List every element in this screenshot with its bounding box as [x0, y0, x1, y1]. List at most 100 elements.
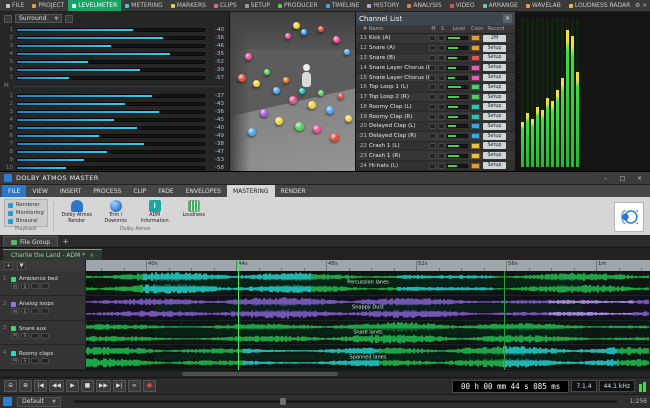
solo-toggle[interactable] [438, 84, 445, 90]
track-solo-button[interactable]: S [21, 308, 29, 314]
solo-toggle[interactable] [438, 55, 445, 61]
close-icon[interactable]: × [633, 173, 646, 183]
audio-object-sphere[interactable] [318, 90, 324, 96]
channel-color-swatch[interactable] [471, 45, 480, 51]
channel-setup-button[interactable]: Setup [483, 123, 506, 130]
solo-toggle[interactable] [438, 153, 445, 159]
menu-tab-producer[interactable]: PRODUCER [274, 0, 322, 11]
channel-color-swatch[interactable] [471, 55, 480, 61]
audio-object-sphere[interactable] [330, 133, 339, 142]
channel-color-swatch[interactable] [471, 133, 480, 139]
channel-setup-button[interactable]: Setup [483, 103, 506, 110]
channel-color-swatch[interactable] [471, 35, 480, 41]
menu-tab-clips[interactable]: CLIPS [210, 0, 241, 11]
bottom-titlebar[interactable]: DOLBY ATMOS MASTER – □ × [0, 172, 650, 185]
time-ruler[interactable]: 40s44s48s52s56s1m [86, 260, 650, 271]
audio-object-sphere[interactable] [248, 128, 256, 136]
audio-object-sphere[interactable] [295, 122, 304, 131]
channel-color-swatch[interactable] [471, 65, 480, 71]
channel-row[interactable]: 23Crash 1 (R)Setup [356, 151, 515, 161]
mute-toggle[interactable] [429, 55, 436, 61]
ribbon-tab-clip[interactable]: CLIP [127, 185, 152, 197]
track-option-button[interactable] [41, 333, 49, 339]
go-end-button[interactable]: ▶| [113, 380, 126, 392]
track-solo-button[interactable]: S [21, 283, 29, 289]
menu-tab-loudness-radar[interactable]: LOUDNESS RADAR [565, 0, 635, 11]
horizontal-scrollbar[interactable] [0, 370, 650, 377]
channel-row[interactable]: 20Delayed Clap (L)Setup [356, 122, 515, 132]
channel-row[interactable]: 14Snare Layer Chorus (L)Setup [356, 63, 515, 73]
add-track-button[interactable]: + [4, 262, 13, 270]
audio-object-sphere[interactable] [308, 101, 316, 109]
mute-toggle[interactable] [429, 163, 436, 169]
solo-toggle[interactable] [438, 123, 445, 129]
channel-setup-button[interactable]: Setup [483, 113, 506, 120]
ribbon-tab-file[interactable]: FILE [2, 185, 26, 197]
gear-icon[interactable]: ⚙ [634, 0, 641, 11]
menu-tab-project[interactable]: PROJECT [28, 0, 68, 11]
mute-toggle[interactable] [429, 104, 436, 110]
ribbon-tab-view[interactable]: VIEW [26, 185, 54, 197]
zoom-slider[interactable] [74, 400, 617, 403]
track-header-analog-loops[interactable]: 2Analog loopsMS [0, 296, 85, 321]
file-group-tab[interactable]: File Group [3, 236, 58, 247]
track-mute-button[interactable]: M [11, 308, 19, 314]
audio-object-sphere[interactable] [313, 125, 321, 133]
menu-tab-arrange[interactable]: ARRANGE [479, 0, 522, 11]
channel-row[interactable]: 22Crash 1 (L)Setup [356, 142, 515, 152]
playback-option-binaural[interactable]: Binaural [8, 218, 44, 224]
channel-setup-button[interactable]: 2M [483, 35, 506, 42]
mute-toggle[interactable] [429, 35, 436, 41]
scrollbar-thumb[interactable] [182, 372, 338, 376]
ribbon-button-adm[interactable]: iADM Information [137, 199, 173, 227]
audio-object-sphere[interactable] [283, 77, 289, 83]
ribbon-tab-envelopes[interactable]: ENVELOPES [180, 185, 227, 197]
meter-mode-icon[interactable] [4, 15, 12, 23]
channel-row[interactable]: 21Delayed Clap (R)Setup [356, 132, 515, 142]
3d-scene-view[interactable] [230, 12, 356, 171]
track-header-ambience-bed[interactable]: 1Ambience bedMS [0, 271, 85, 296]
track-menu-button[interactable]: ▼ [17, 262, 26, 270]
channel-color-swatch[interactable] [471, 153, 480, 159]
solo-toggle[interactable] [438, 163, 445, 169]
mute-toggle[interactable] [429, 123, 436, 129]
play-button[interactable]: ▶ [66, 380, 79, 392]
audio-object-sphere[interactable] [264, 69, 270, 75]
mute-toggle[interactable] [429, 94, 436, 100]
channel-color-swatch[interactable] [471, 75, 480, 81]
track-color-swatch[interactable] [11, 277, 16, 282]
loop-button[interactable]: ∞ [128, 380, 141, 392]
track-mute-button[interactable]: M [11, 283, 19, 289]
go-start-button[interactable]: |◀ [34, 380, 47, 392]
playback-option-monitoring[interactable]: Monitoring [8, 210, 44, 216]
channel-setup-button[interactable]: Setup [483, 84, 506, 91]
ribbon-tab-render[interactable]: RENDER [275, 185, 312, 197]
ribbon-button-trim-[interactable]: Trim / Downmix [98, 199, 134, 227]
track-option-button[interactable] [41, 308, 49, 314]
listener-figure[interactable] [300, 64, 312, 88]
channel-color-swatch[interactable] [471, 123, 480, 129]
solo-toggle[interactable] [438, 35, 445, 41]
clip-snare-aux[interactable]: Snare lanes [86, 321, 650, 346]
track-color-swatch[interactable] [11, 302, 16, 307]
rewind-button[interactable]: ◀◀ [49, 380, 64, 392]
meter-layout-icon[interactable] [65, 15, 73, 23]
audio-object-sphere[interactable] [338, 93, 344, 99]
channel-color-swatch[interactable] [471, 84, 480, 90]
maximize-icon[interactable]: □ [616, 173, 629, 183]
menu-tab-metering[interactable]: METERING [121, 0, 167, 11]
add-file-group-button[interactable]: + [60, 236, 71, 247]
track-mute-button[interactable]: M [11, 358, 19, 364]
menu-tab-timeline[interactable]: TIMELINE [322, 0, 364, 11]
menu-tab-video[interactable]: VIDEO [446, 0, 479, 11]
renderer-status-panel[interactable] [614, 202, 644, 232]
solo-toggle[interactable] [438, 133, 445, 139]
channel-format-display[interactable]: 7.1.4 [571, 380, 596, 392]
mute-toggle[interactable] [429, 65, 436, 71]
mute-toggle[interactable] [429, 114, 436, 120]
mute-toggle[interactable] [429, 133, 436, 139]
close-icon[interactable]: × [641, 0, 648, 11]
audio-object-sphere[interactable] [333, 36, 340, 43]
solo-toggle[interactable] [438, 114, 445, 120]
track-solo-button[interactable]: S [21, 333, 29, 339]
